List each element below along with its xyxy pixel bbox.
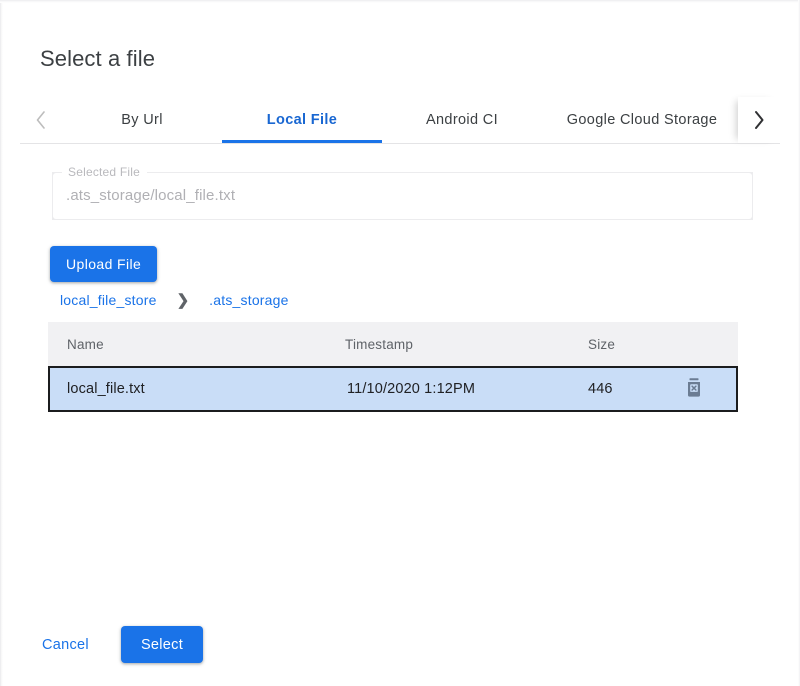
tab-android-ci[interactable]: Android CI	[382, 97, 542, 143]
tabs-scroll-prev-button[interactable]	[20, 97, 62, 143]
tab-label: Android CI	[426, 112, 498, 128]
tab-label: Google Cloud Storage	[567, 112, 718, 128]
chevron-left-icon	[34, 109, 48, 131]
dialog-title: Select a file	[40, 44, 155, 74]
dialog-actions: Cancel Select	[30, 626, 203, 663]
select-a-file-dialog: Select a file By Url Local File Android …	[0, 0, 800, 686]
file-timestamp-cell: 11/10/2020 1:12PM	[347, 381, 588, 397]
chevron-right-icon	[752, 109, 766, 131]
upload-file-button[interactable]: Upload File	[50, 246, 157, 282]
file-name-cell: local_file.txt	[50, 381, 347, 397]
column-header-size[interactable]: Size	[588, 337, 673, 352]
file-size-cell: 446	[588, 381, 671, 397]
tab-google-cloud-storage[interactable]: Google Cloud Storage	[542, 97, 738, 143]
tab-label: By Url	[121, 112, 163, 128]
breadcrumb-item-local-file-store[interactable]: local_file_store	[60, 292, 157, 308]
chevron-right-icon: ❯	[177, 293, 190, 308]
column-header-timestamp[interactable]: Timestamp	[345, 337, 588, 352]
breadcrumb: local_file_store ❯ .ats_storage	[60, 290, 289, 310]
breadcrumb-item-ats-storage[interactable]: .ats_storage	[209, 292, 288, 308]
tab-label: Local File	[267, 112, 337, 128]
tab-list: By Url Local File Android CI Google Clou…	[62, 97, 738, 143]
file-table-header: Name Timestamp Size	[48, 322, 738, 366]
table-row[interactable]: local_file.txt 11/10/2020 1:12PM 446	[48, 366, 738, 412]
tab-by-url[interactable]: By Url	[62, 97, 222, 143]
tab-bar: By Url Local File Android CI Google Clou…	[20, 97, 780, 144]
delete-trash-icon	[684, 376, 704, 402]
tab-local-file[interactable]: Local File	[222, 97, 382, 143]
cancel-button[interactable]: Cancel	[30, 627, 101, 663]
tabs-scroll-next-button[interactable]	[738, 97, 780, 143]
delete-file-button[interactable]	[671, 376, 717, 402]
selected-file-field[interactable]: Selected File .ats_storage/local_file.tx…	[52, 172, 753, 220]
column-header-name[interactable]: Name	[48, 337, 345, 352]
select-button[interactable]: Select	[121, 626, 203, 663]
selected-file-value: .ats_storage/local_file.txt	[66, 185, 235, 207]
dialog-left-edge	[0, 0, 3, 686]
dialog-top-edge	[0, 0, 800, 3]
selected-file-label: Selected File	[64, 164, 144, 180]
file-table: Name Timestamp Size local_file.txt 11/10…	[48, 322, 738, 412]
